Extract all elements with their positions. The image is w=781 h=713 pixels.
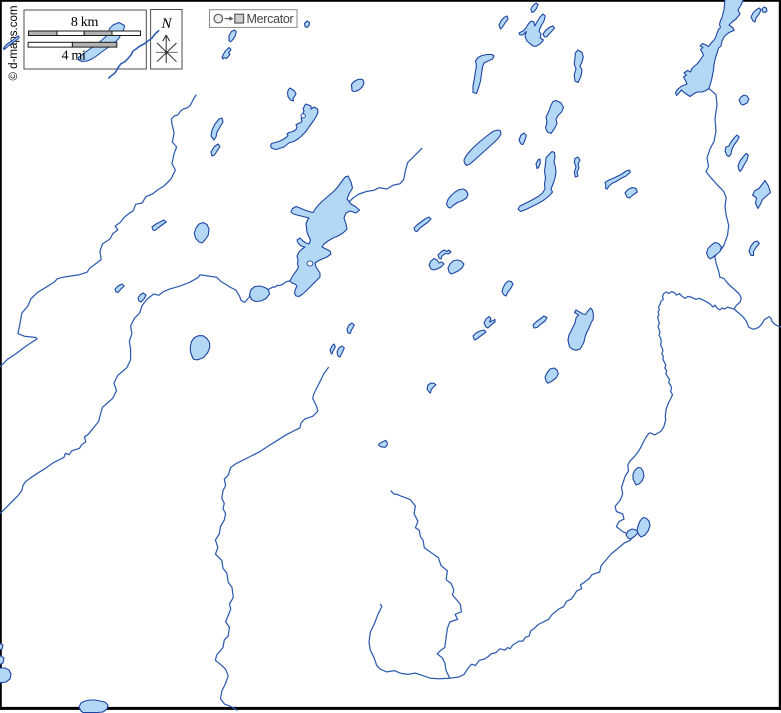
svg-text:4 mi: 4 mi <box>61 49 85 64</box>
svg-text:8 km: 8 km <box>71 15 99 30</box>
svg-text:N: N <box>160 16 172 32</box>
svg-text:Mercator: Mercator <box>247 12 294 26</box>
